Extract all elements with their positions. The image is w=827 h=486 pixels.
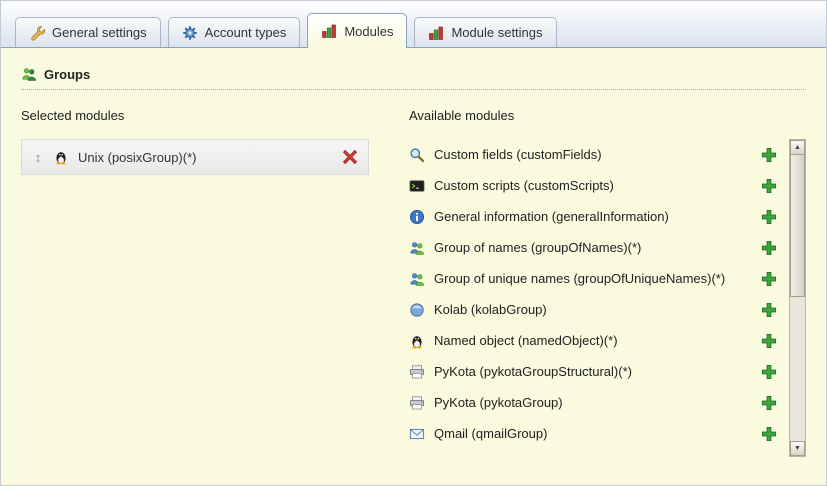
available-module-label: Qmail (qmailGroup): [434, 426, 752, 441]
tab-account-types[interactable]: Account types: [168, 17, 301, 47]
selected-modules-list: ↕ Unix (posixGroup)(*): [21, 139, 389, 175]
available-module-label: General information (generalInformation): [434, 209, 752, 224]
available-module-label: Group of unique names (groupOfUniqueName…: [434, 271, 752, 286]
tab-label: General settings: [52, 25, 147, 40]
add-module-button[interactable]: [761, 302, 777, 318]
add-module-button[interactable]: [761, 240, 777, 256]
scrollbar-thumb[interactable]: [790, 155, 805, 297]
modules-tab-content: Groups Selected modules ↕ Unix (posixGrou…: [1, 48, 826, 457]
group-icon: [409, 240, 425, 256]
available-module-row: Group of names (groupOfNames)(*): [409, 232, 785, 263]
remove-module-button[interactable]: [342, 149, 358, 165]
available-module-row: PyKota (pykotaGroup): [409, 387, 785, 418]
add-module-button[interactable]: [761, 147, 777, 163]
modules-columns: Selected modules ↕ Unix (posixGroup)(*) A…: [21, 108, 806, 457]
available-module-label: Named object (namedObject)(*): [434, 333, 752, 348]
printer-icon: [409, 395, 425, 411]
available-modules-heading: Available modules: [409, 108, 806, 123]
tab-label: Account types: [205, 25, 287, 40]
add-module-button[interactable]: [761, 209, 777, 225]
add-module-button[interactable]: [761, 364, 777, 380]
available-module-row: Kolab (kolabGroup): [409, 294, 785, 325]
available-modules-column: Available modules Custom fields (customF…: [409, 108, 806, 457]
add-module-button[interactable]: [761, 426, 777, 442]
tab-modules[interactable]: Modules: [307, 13, 407, 48]
available-module-label: PyKota (pykotaGroupStructural)(*): [434, 364, 752, 379]
info-icon: [409, 209, 425, 225]
selected-module-row: ↕ Unix (posixGroup)(*): [21, 139, 369, 175]
group-icon: [409, 271, 425, 287]
mail-icon: [409, 426, 425, 442]
selected-modules-heading: Selected modules: [21, 108, 389, 123]
scrollbar-space[interactable]: [790, 297, 805, 441]
scrollbar-up-button[interactable]: ▲: [790, 140, 805, 155]
add-module-button[interactable]: [761, 333, 777, 349]
tux-icon: [53, 149, 69, 165]
add-module-button[interactable]: [761, 395, 777, 411]
selected-modules-column: Selected modules ↕ Unix (posixGroup)(*): [21, 108, 389, 175]
tab-general-settings[interactable]: General settings: [15, 17, 161, 47]
add-module-button[interactable]: [761, 271, 777, 287]
tab-module-settings[interactable]: Module settings: [414, 17, 556, 47]
scrollbar-down-button[interactable]: ▼: [790, 441, 805, 456]
available-module-label: Group of names (groupOfNames)(*): [434, 240, 752, 255]
section-title: Groups: [44, 67, 90, 82]
wrench-icon: [29, 25, 45, 41]
available-module-label: Kolab (kolabGroup): [434, 302, 752, 317]
available-module-label: PyKota (pykotaGroup): [434, 395, 752, 410]
lam-config-window: General settings Account types Modules Modu…: [0, 0, 827, 486]
kolab-icon: [409, 302, 425, 318]
available-module-row: PyKota (pykotaGroupStructural)(*): [409, 356, 785, 387]
tab-label: Module settings: [451, 25, 542, 40]
available-module-row: Qmail (qmailGroup): [409, 418, 785, 449]
tab-label: Modules: [344, 24, 393, 39]
available-module-label: Custom scripts (customScripts): [434, 178, 752, 193]
available-module-label: Custom fields (customFields): [434, 147, 752, 162]
selected-module-label: Unix (posixGroup)(*): [78, 150, 333, 165]
available-modules-listwrap: Custom fields (customFields) Custom scrip…: [409, 139, 806, 457]
available-module-row: Custom scripts (customScripts): [409, 170, 785, 201]
add-module-button[interactable]: [761, 178, 777, 194]
section-head: Groups: [21, 66, 806, 90]
available-module-row: Named object (namedObject)(*): [409, 325, 785, 356]
script-icon: [409, 178, 425, 194]
magnifier-icon: [409, 147, 425, 163]
modules-icon: [321, 23, 337, 39]
tab-bar: General settings Account types Modules Modu…: [1, 1, 826, 48]
available-modules-list: Custom fields (customFields) Custom scrip…: [409, 139, 789, 457]
available-module-row: General information (generalInformation): [409, 201, 785, 232]
scrollbar-track[interactable]: ▲ ▼: [789, 139, 806, 457]
printer-icon: [409, 364, 425, 380]
available-module-row: Custom fields (customFields): [409, 139, 785, 170]
groups-icon: [21, 66, 37, 82]
module-settings-icon: [428, 25, 444, 41]
available-module-row: Group of unique names (groupOfUniqueName…: [409, 263, 785, 294]
drag-handle-icon[interactable]: ↕: [32, 150, 44, 165]
tux-icon: [409, 333, 425, 349]
gear-icon: [182, 25, 198, 41]
